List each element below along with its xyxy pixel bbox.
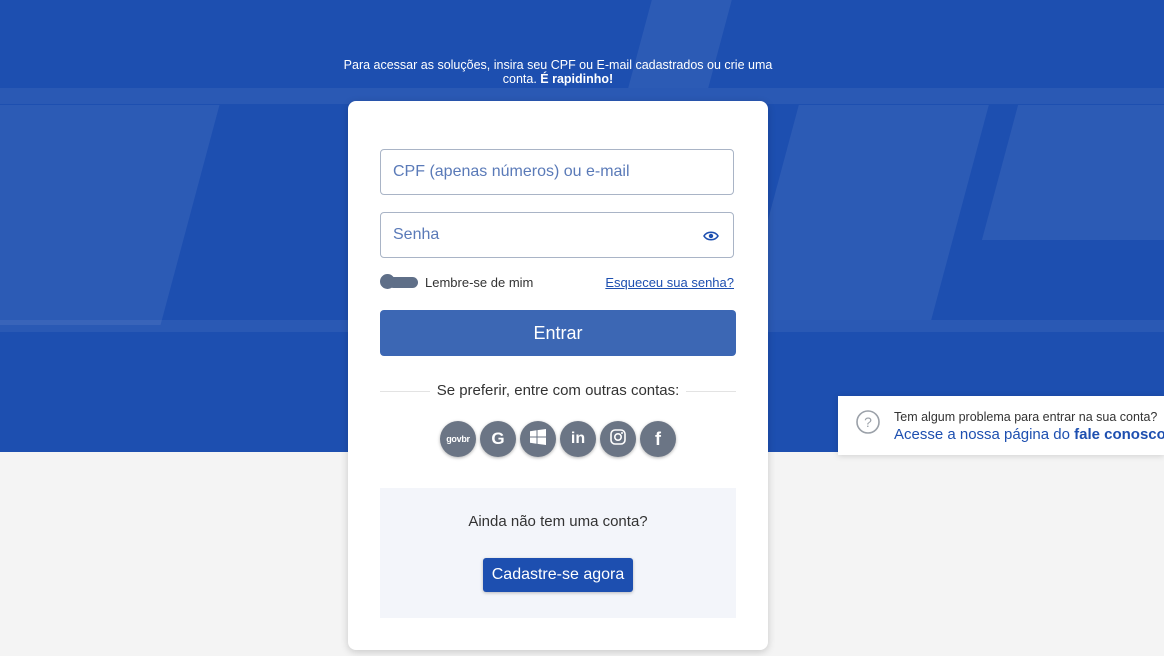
signup-question: Ainda não tem uma conta? xyxy=(468,513,648,530)
remember-toggle[interactable] xyxy=(380,274,418,289)
govbr-login-button[interactable]: govbr xyxy=(440,421,476,457)
background-panel xyxy=(741,105,989,320)
login-button[interactable]: Entrar xyxy=(380,310,736,356)
help-banner: ? Tem algum problema para entrar na sua … xyxy=(838,396,1164,455)
signup-box: Ainda não tem uma conta? Cadastre-se ago… xyxy=(380,488,736,618)
remember-row: Lembre-se de mim Esqueceu sua senha? xyxy=(380,273,734,293)
govbr-icon: govbr xyxy=(446,434,470,444)
background-panel xyxy=(981,105,1164,240)
help-cta: Acesse a nossa página do fale conosco xyxy=(894,426,1164,443)
windows-icon xyxy=(530,428,546,450)
linkedin-login-button[interactable]: in xyxy=(560,421,596,457)
social-buttons: govbr G in f xyxy=(440,421,680,459)
question-circle-icon: ? xyxy=(856,410,880,434)
remember-label: Lembre-se de mim xyxy=(425,275,534,290)
help-cta-prefix: Acesse a nossa página do xyxy=(894,426,1075,443)
social-divider: Se preferir, entre com outras contas: xyxy=(380,381,736,401)
intro-emphasis: É rapidinho! xyxy=(540,72,614,86)
intro-text: Para acessar as soluções, insira seu CPF… xyxy=(340,58,776,86)
microsoft-login-button[interactable] xyxy=(520,421,556,457)
linkedin-icon: in xyxy=(570,430,586,447)
help-question: Tem algum problema para entrar na sua co… xyxy=(894,410,1158,424)
password-field[interactable] xyxy=(380,212,734,258)
password-input[interactable] xyxy=(381,213,693,257)
forgot-password-link[interactable]: Esqueceu sua senha? xyxy=(605,275,734,290)
instagram-icon xyxy=(610,428,626,450)
svg-text:?: ? xyxy=(864,414,872,430)
background-panel xyxy=(0,105,220,325)
instagram-login-button[interactable] xyxy=(600,421,636,457)
facebook-icon: f xyxy=(655,428,661,449)
contact-us-link[interactable]: fale conosco xyxy=(1074,426,1164,443)
social-heading: Se preferir, entre com outras contas: xyxy=(436,382,680,399)
cpf-email-input[interactable] xyxy=(381,150,693,194)
google-login-button[interactable]: G xyxy=(480,421,516,457)
user-field[interactable] xyxy=(380,149,734,195)
facebook-login-button[interactable]: f xyxy=(640,421,676,457)
google-icon: G xyxy=(491,429,505,448)
signup-button[interactable]: Cadastre-se agora xyxy=(483,558,633,592)
eye-icon[interactable] xyxy=(703,229,719,241)
toggle-knob xyxy=(380,274,395,289)
login-card: Lembre-se de mim Esqueceu sua senha? Ent… xyxy=(348,101,768,650)
